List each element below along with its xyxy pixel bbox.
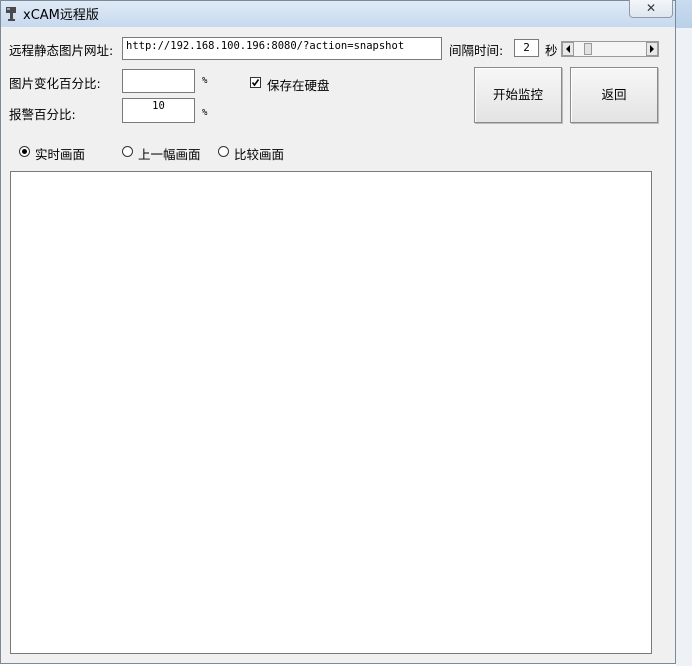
client-area: 远程静态图片网址: http://192.168.100.196:8080/?a… — [5, 28, 671, 660]
close-button[interactable]: ✕ — [629, 0, 673, 18]
slider-left-button[interactable] — [562, 42, 574, 56]
radio-compare[interactable] — [218, 146, 229, 157]
alarm-percent-unit: % — [202, 108, 208, 118]
app-window: xCAM远程版 ✕ 远程静态图片网址: http://192.168.100.1… — [0, 0, 676, 664]
interval-unit: 秒 — [545, 43, 558, 58]
slider-right-button[interactable] — [646, 42, 658, 56]
interval-slider[interactable] — [561, 41, 659, 57]
slider-thumb[interactable] — [584, 43, 592, 55]
alarm-percent-input[interactable]: 10 — [122, 98, 195, 123]
save-to-disk-label: 保存在硬盘 — [267, 78, 330, 93]
image-display-area — [10, 171, 652, 654]
change-percent-label: 图片变化百分比: — [9, 76, 101, 91]
radio-previous-label[interactable]: 上一幅画面 — [138, 144, 201, 163]
title-bar[interactable]: xCAM远程版 ✕ — [1, 0, 675, 27]
change-percent-unit: % — [202, 76, 208, 86]
url-input[interactable]: http://192.168.100.196:8080/?action=snap… — [122, 37, 442, 60]
background-window-edge — [676, 28, 692, 666]
radio-compare-label[interactable]: 比较画面 — [234, 144, 284, 163]
arrow-left-icon — [566, 45, 570, 53]
radio-realtime-label[interactable]: 实时画面 — [35, 144, 85, 163]
window-title: xCAM远程版 — [23, 8, 99, 23]
radio-previous[interactable] — [122, 146, 133, 157]
url-label: 远程静态图片网址: — [9, 43, 114, 58]
start-monitor-button[interactable]: 开始监控 — [474, 67, 562, 123]
back-button[interactable]: 返回 — [570, 67, 658, 123]
interval-label: 间隔时间: — [449, 43, 504, 58]
check-icon — [251, 79, 260, 87]
close-icon: ✕ — [645, 1, 657, 15]
change-percent-input[interactable] — [122, 69, 195, 93]
alarm-percent-label: 报警百分比: — [9, 107, 76, 122]
radio-realtime[interactable] — [19, 146, 30, 157]
app-icon — [6, 7, 16, 21]
save-to-disk-checkbox[interactable] — [250, 77, 261, 88]
arrow-right-icon — [650, 45, 654, 53]
interval-input[interactable]: 2 — [514, 39, 539, 57]
radio-selected-dot — [22, 149, 27, 154]
